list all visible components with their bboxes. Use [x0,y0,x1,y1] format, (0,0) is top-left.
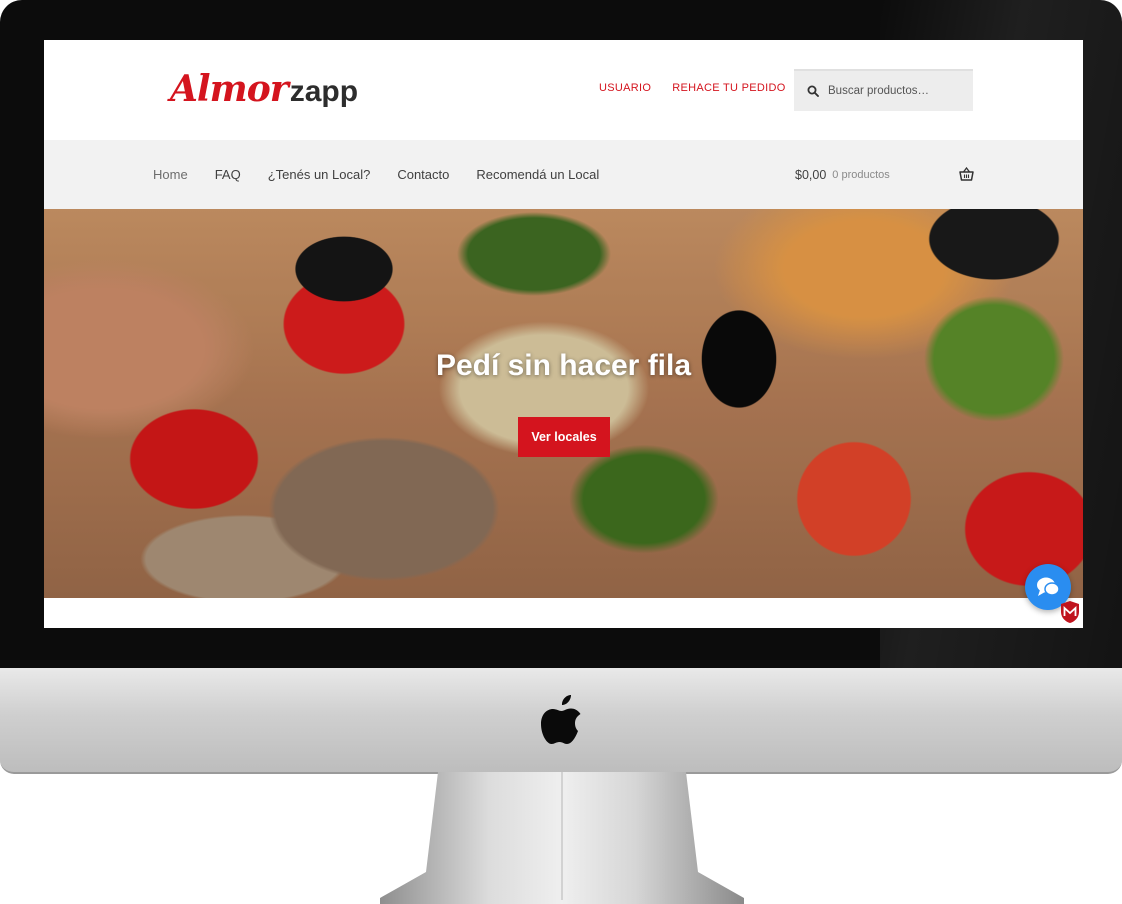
ver-locales-button[interactable]: Ver locales [518,417,610,457]
logo-script-text: Almor [170,68,289,110]
product-search [794,69,973,111]
search-input[interactable] [826,84,970,98]
nav-tenes-un-local[interactable]: ¿Tenés un Local? [268,167,371,182]
main-navigation: Home FAQ ¿Tenés un Local? Contacto Recom… [153,140,599,209]
hero-overlay [44,209,1083,598]
nav-faq[interactable]: FAQ [215,167,241,182]
apple-logo-icon [541,695,581,744]
cart-amount: $0,00 [795,167,827,182]
chat-bubble-icon [1037,577,1060,596]
rehace-pedido-link[interactable]: REHACE TU PEDIDO [672,82,785,94]
nav-contacto[interactable]: Contacto [397,167,449,182]
logo-zapp-text: zapp [289,75,359,108]
usuario-link[interactable]: USUARIO [599,82,651,94]
monitor-stand [380,772,744,904]
nav-recomenda-un-local[interactable]: Recomendá un Local [476,167,599,182]
top-navigation: USUARIO REHACE TU PEDIDO [599,82,786,94]
site-logo[interactable]: Almor zapp [170,68,358,118]
cart-summary[interactable]: $0,00 0 productos [795,140,890,209]
search-icon[interactable] [807,85,819,97]
main-navbar: Home FAQ ¿Tenés un Local? Contacto Recom… [44,140,1083,209]
basket-icon[interactable] [959,167,974,181]
screen: Almor zapp USUARIO REHACE TU PEDIDO Home… [44,40,1083,628]
site-header: Almor zapp USUARIO REHACE TU PEDIDO [44,40,1083,140]
hero-title: Pedí sin hacer fila [435,349,692,382]
hero-banner: Pedí sin hacer fila Ver locales [44,209,1083,598]
nav-home[interactable]: Home [153,167,188,182]
shield-badge-icon [1061,601,1079,623]
cart-count: 0 productos [832,168,890,181]
